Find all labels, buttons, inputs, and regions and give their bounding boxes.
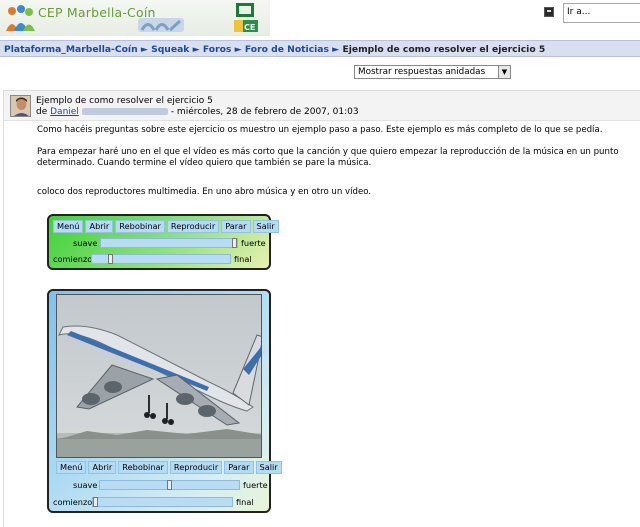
- author-link[interactable]: Daniel: [50, 107, 79, 117]
- play-button[interactable]: Reproducir: [169, 461, 223, 474]
- stop-button[interactable]: Parar: [224, 461, 254, 474]
- breadcrumb-separator-icon: ►: [140, 44, 148, 55]
- breadcrumb-link-news-forum[interactable]: Foro de Noticias: [245, 44, 329, 55]
- position-slider-thumb[interactable]: [93, 497, 98, 507]
- breadcrumb-link-site[interactable]: Plataforma_Marbella-Coín: [4, 44, 138, 55]
- breadcrumb-current: Ejemplo de como resolver el ejercicio 5: [342, 44, 546, 55]
- post-byline: de Daniel - miércoles, 28 de febrero de 2…: [36, 107, 359, 117]
- menu-button[interactable]: Menú: [56, 461, 87, 474]
- jump-to-select[interactable]: Ir a...: [563, 3, 640, 23]
- post-paragraph: Como hacéis preguntas sobre este ejercic…: [37, 125, 603, 135]
- volume-max-label: fuerte: [241, 238, 266, 248]
- post-date: - miércoles, 28 de febrero de 2007, 01:0…: [170, 107, 359, 117]
- display-mode-value: Mostrar respuestas anidadas: [358, 67, 486, 77]
- open-button[interactable]: Abrir: [85, 220, 114, 233]
- junta-andalucia-logo-icon: CE: [234, 3, 258, 32]
- byline-prefix: de: [36, 107, 48, 117]
- jump-menu-icon: [544, 7, 554, 17]
- volume-max-label: fuerte: [243, 480, 268, 490]
- video-player-toolbar: Menú Abrir Rebobinar Reproducir Parar Sa…: [56, 461, 282, 474]
- position-start-label: comienzo: [53, 497, 93, 507]
- post-subject: Ejemplo de como resolver el ejercicio 5: [36, 96, 213, 106]
- breadcrumb-separator-icon: ►: [234, 44, 242, 55]
- position-slider[interactable]: [91, 254, 231, 264]
- post-paragraph: coloco dos reproductores multimedia. En …: [37, 187, 372, 197]
- post-header: Ejemplo de como resolver el ejercicio 5 …: [4, 91, 640, 121]
- breadcrumb-link-course[interactable]: Squeak: [151, 44, 189, 55]
- people-logo-icon: [6, 5, 35, 31]
- volume-min-label: suave: [73, 480, 98, 490]
- volume-slider-thumb[interactable]: [167, 480, 172, 490]
- position-end-label: final: [236, 497, 254, 507]
- airplane-video-frame-icon: [57, 295, 261, 457]
- breadcrumb-separator-icon: ►: [332, 44, 340, 55]
- video-screen[interactable]: [56, 294, 262, 458]
- volume-slider[interactable]: [99, 480, 240, 490]
- volume-slider-thumb[interactable]: [232, 238, 237, 248]
- video-player: Menú Abrir Rebobinar Reproducir Parar Sa…: [47, 289, 282, 513]
- play-button[interactable]: Reproducir: [166, 220, 220, 233]
- breadcrumb-link-forums[interactable]: Foros: [203, 44, 232, 55]
- volume-slider[interactable]: [100, 238, 238, 248]
- position-slider[interactable]: [92, 497, 233, 507]
- open-button[interactable]: Abrir: [88, 461, 117, 474]
- breadcrumb-separator-icon: ►: [192, 44, 200, 55]
- position-slider-thumb[interactable]: [108, 254, 113, 264]
- exit-button[interactable]: Salir: [255, 461, 282, 474]
- breadcrumb: Plataforma_Marbella-Coín ► Squeak ► Foro…: [0, 40, 640, 57]
- cep-logo-icon: [138, 18, 184, 32]
- menu-button[interactable]: Menú: [53, 220, 84, 233]
- rewind-button[interactable]: Rebobinar: [115, 220, 165, 233]
- post-paragraph: Para empezar haré uno en el que el vídeo…: [37, 147, 619, 168]
- user-avatar-icon: [11, 96, 30, 116]
- stop-button[interactable]: Parar: [221, 220, 251, 233]
- svg-text:CE: CE: [244, 23, 255, 32]
- volume-min-label: suave: [73, 238, 98, 248]
- avatar[interactable]: [10, 95, 31, 117]
- redacted-surname: [81, 108, 168, 115]
- audio-player: Menú Abrir Rebobinar Reproducir Parar Sa…: [47, 214, 279, 270]
- position-end-label: final: [234, 254, 252, 264]
- chevron-down-icon[interactable]: ▼: [498, 66, 510, 78]
- position-start-label: comienzo: [53, 254, 93, 264]
- page-header: CEP Marbella-Coín CE Ir a...: [0, 0, 640, 36]
- audio-player-toolbar: Menú Abrir Rebobinar Reproducir Parar Sa…: [53, 220, 279, 233]
- rewind-button[interactable]: Rebobinar: [118, 461, 168, 474]
- display-mode-select[interactable]: Mostrar respuestas anidadas ▼: [354, 65, 511, 79]
- site-logo[interactable]: CEP Marbella-Coín CE: [0, 0, 270, 36]
- exit-button[interactable]: Salir: [252, 220, 279, 233]
